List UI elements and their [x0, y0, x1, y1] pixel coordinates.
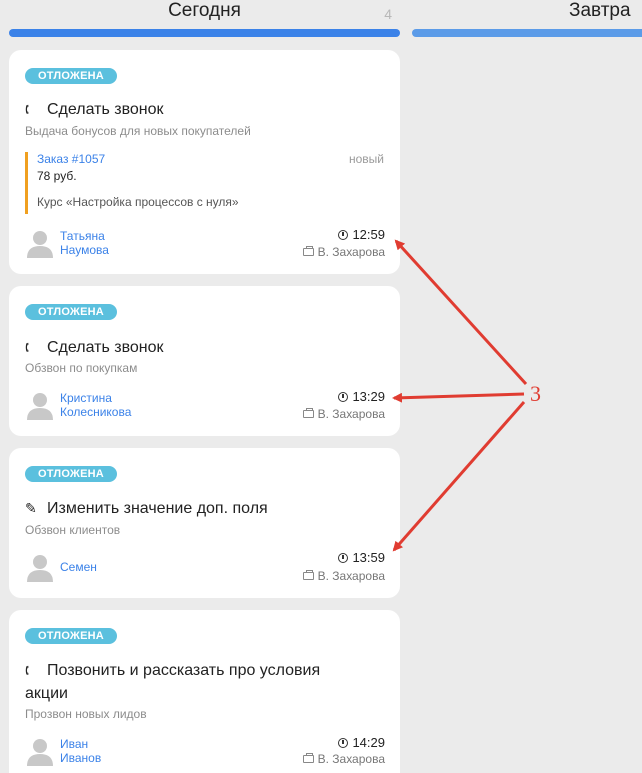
annotation-arrow — [392, 401, 526, 552]
annotation-label: 3 — [530, 381, 541, 406]
annotation-arrows — [392, 239, 528, 552]
annotation-arrow — [394, 239, 528, 386]
annotation-arrow — [392, 392, 525, 403]
